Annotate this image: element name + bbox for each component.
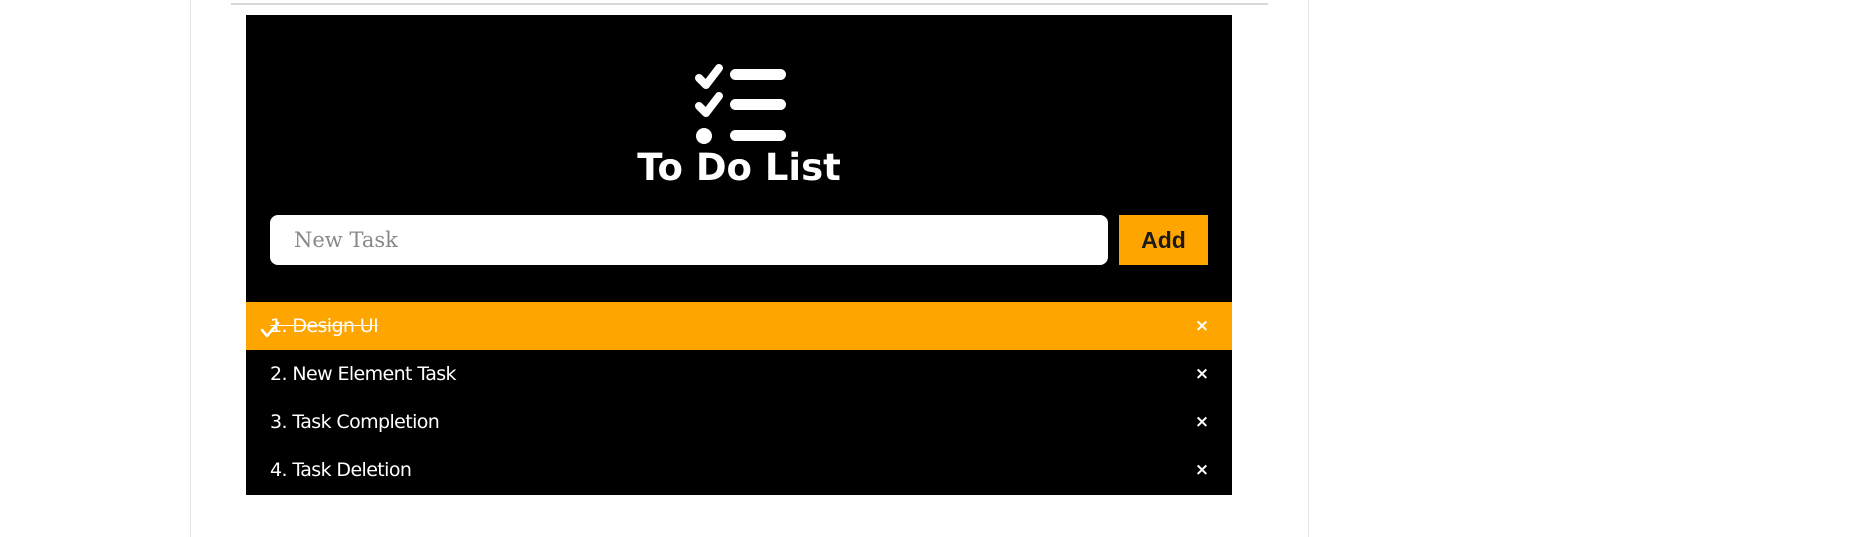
delete-task-button[interactable]: × — [1192, 446, 1212, 494]
delete-task-button[interactable]: × — [1192, 398, 1212, 446]
page-title: To Do List — [637, 146, 841, 189]
task-item[interactable]: 2. New Element Task × — [246, 350, 1232, 398]
task-item[interactable]: 1. Design UI × — [246, 302, 1232, 350]
task-label: 3. Task Completion — [270, 411, 440, 433]
task-item[interactable]: 3. Task Completion × — [246, 398, 1232, 446]
task-item[interactable]: 4. Task Deletion × — [246, 446, 1232, 494]
delete-task-button[interactable]: × — [1192, 302, 1212, 350]
page: To Do List Add 1. Design UI × 2. New Ele… — [0, 0, 1854, 537]
todo-app: To Do List Add 1. Design UI × 2. New Ele… — [246, 15, 1232, 495]
delete-task-button[interactable]: × — [1192, 350, 1212, 398]
new-task-input[interactable] — [270, 215, 1108, 265]
divider — [231, 3, 1268, 5]
checklist-icon — [695, 64, 786, 144]
task-label: 4. Task Deletion — [270, 459, 412, 481]
task-list: 1. Design UI × 2. New Element Task × 3. … — [246, 302, 1232, 494]
task-label: 1. Design UI — [270, 315, 379, 337]
add-task-button[interactable]: Add — [1119, 215, 1208, 265]
task-label: 2. New Element Task — [270, 363, 457, 385]
